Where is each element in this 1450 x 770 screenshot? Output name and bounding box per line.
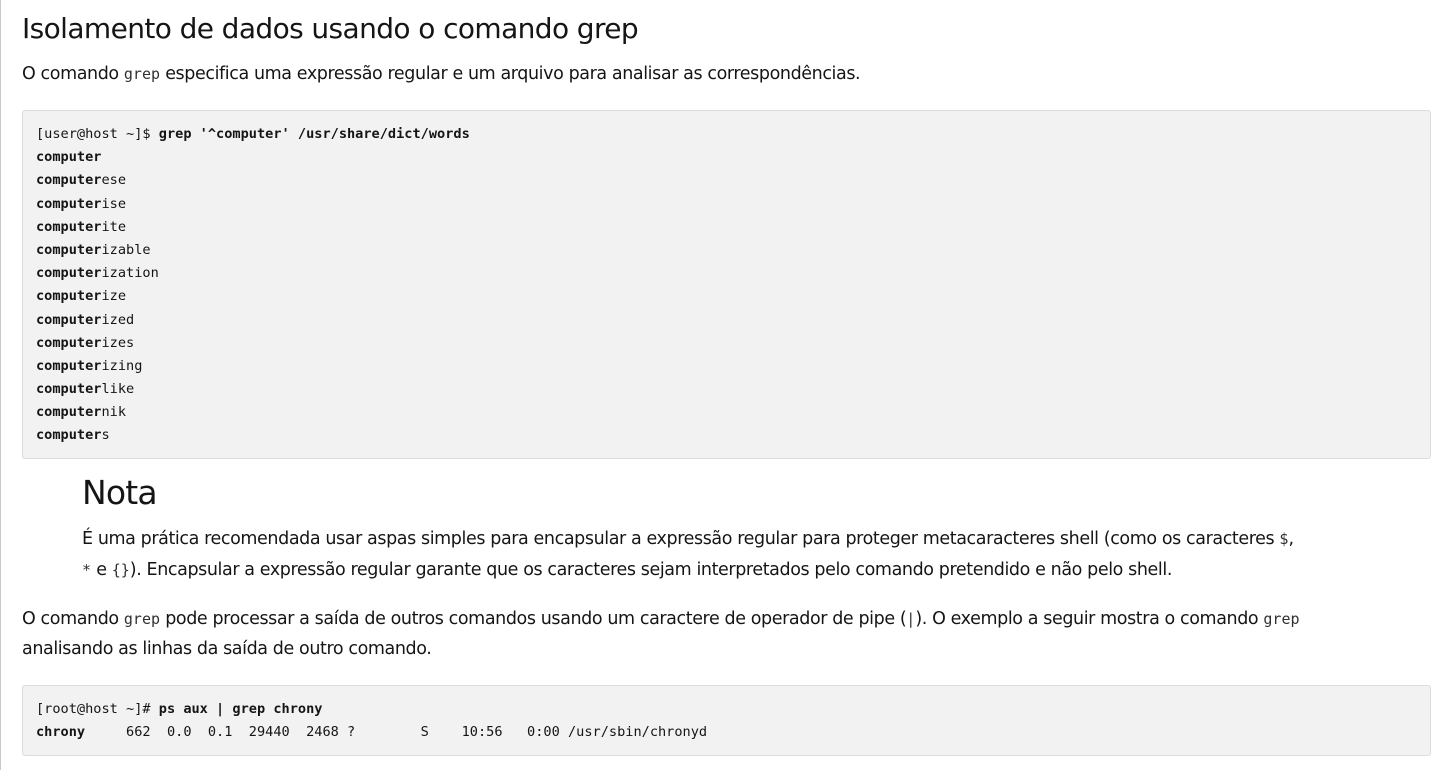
section-title: Isolamento de dados usando o comando gre… [22,12,639,45]
note-body: É uma prática recomendada usar aspas sim… [82,524,1402,586]
pipe-text-after: ). O exemplo a seguir mostra o comando [915,609,1264,629]
output-rest: nik [101,404,127,421]
output-rest: ized [101,311,135,328]
output-match: computer [36,311,102,328]
intro-text-before: O comando [22,64,124,84]
output-line: computernik [36,401,1417,424]
command-line: [user@host ~]$ grep '^computer' /usr/sha… [36,123,1417,146]
output-rest: izing [101,357,143,374]
output-rest: ise [101,195,127,212]
output-match: computer [36,172,102,189]
output-match: computer [36,404,102,421]
output-line: computer [36,146,1417,169]
output-line: computerise [36,193,1417,216]
intro-paragraph: O comando grep especifica uma expressão … [22,59,861,89]
note-text-4: ). Encapsular a expressão regular garant… [129,560,1173,580]
output-match: computer [36,357,102,374]
pipe-text-middle: pode processar a saída de outros comando… [160,609,907,629]
output-match: computer [36,195,102,212]
shell-prompt: [root@host ~]# [36,701,159,717]
code-block-grep-words[interactable]: [user@host ~]$ grep '^computer' /usr/sha… [22,110,1431,459]
shell-prompt: [user@host ~]$ [36,126,159,142]
output-line: computerizable [36,239,1417,262]
inline-code-grep: grep [123,610,161,628]
output-line: computerite [36,216,1417,239]
command-line: [root@host ~]# ps aux | grep chrony [36,698,1417,721]
output-line: computerized [36,309,1417,332]
output-rest: izable [101,241,151,258]
output-match: computer [36,381,102,398]
note-text-1: É uma prática recomendada usar aspas sim… [82,529,1280,549]
command-text: grep '^computer' /usr/share/dict/words [158,126,470,142]
output-line: computerize [36,285,1417,308]
output-line: computers [36,424,1417,447]
note-title: Nota [82,473,158,512]
output-match: chrony [36,724,86,741]
output-rest: 662 0.0 0.1 29440 2468 ? S 10:56 0:00 /u… [85,724,708,741]
output-line: computerizes [36,332,1417,355]
intro-text-after: especifica uma expressão regular e um ar… [160,64,861,84]
output-rest: ization [101,265,159,282]
output-match: computer [36,265,102,282]
output-line: chrony 662 0.0 0.1 29440 2468 ? S 10:56 … [36,721,1417,744]
output-rest: ese [101,172,127,189]
inline-code-braces: {} [111,561,130,579]
inline-code-grep: grep [123,65,161,83]
output-rest: ite [101,218,127,235]
pipe-text-line2: analisando as linhas da saída de outro c… [22,639,432,659]
inline-code-grep: grep [1263,610,1300,628]
output-rest: ize [101,288,127,305]
code-block-ps-grep[interactable]: [root@host ~]# ps aux | grep chrony chron… [22,685,1431,756]
output-line: computerese [36,169,1417,192]
output-line: computerization [36,262,1417,285]
output-line: computerlike [36,378,1417,401]
output-match: computer [36,427,102,444]
output-rest: like [101,381,135,398]
output-match: computer [36,241,102,258]
pipe-text-before: O comando [22,609,124,629]
output-match: computer [36,218,102,235]
note-text-2: , [1288,529,1294,549]
output-match: computer [36,288,102,305]
inline-code-pipe: | [906,610,916,628]
command-text: ps aux | grep chrony [158,701,323,717]
output-match: computer [36,149,102,166]
inline-code-asterisk: * [82,561,92,579]
output-rest: s [101,427,110,444]
pipe-paragraph: O comando grep pode processar a saída de… [22,604,1300,664]
output-line: computerizing [36,355,1417,378]
output-match: computer [36,334,102,351]
note-text-3: e [91,560,112,580]
output-rest: izes [101,334,135,351]
